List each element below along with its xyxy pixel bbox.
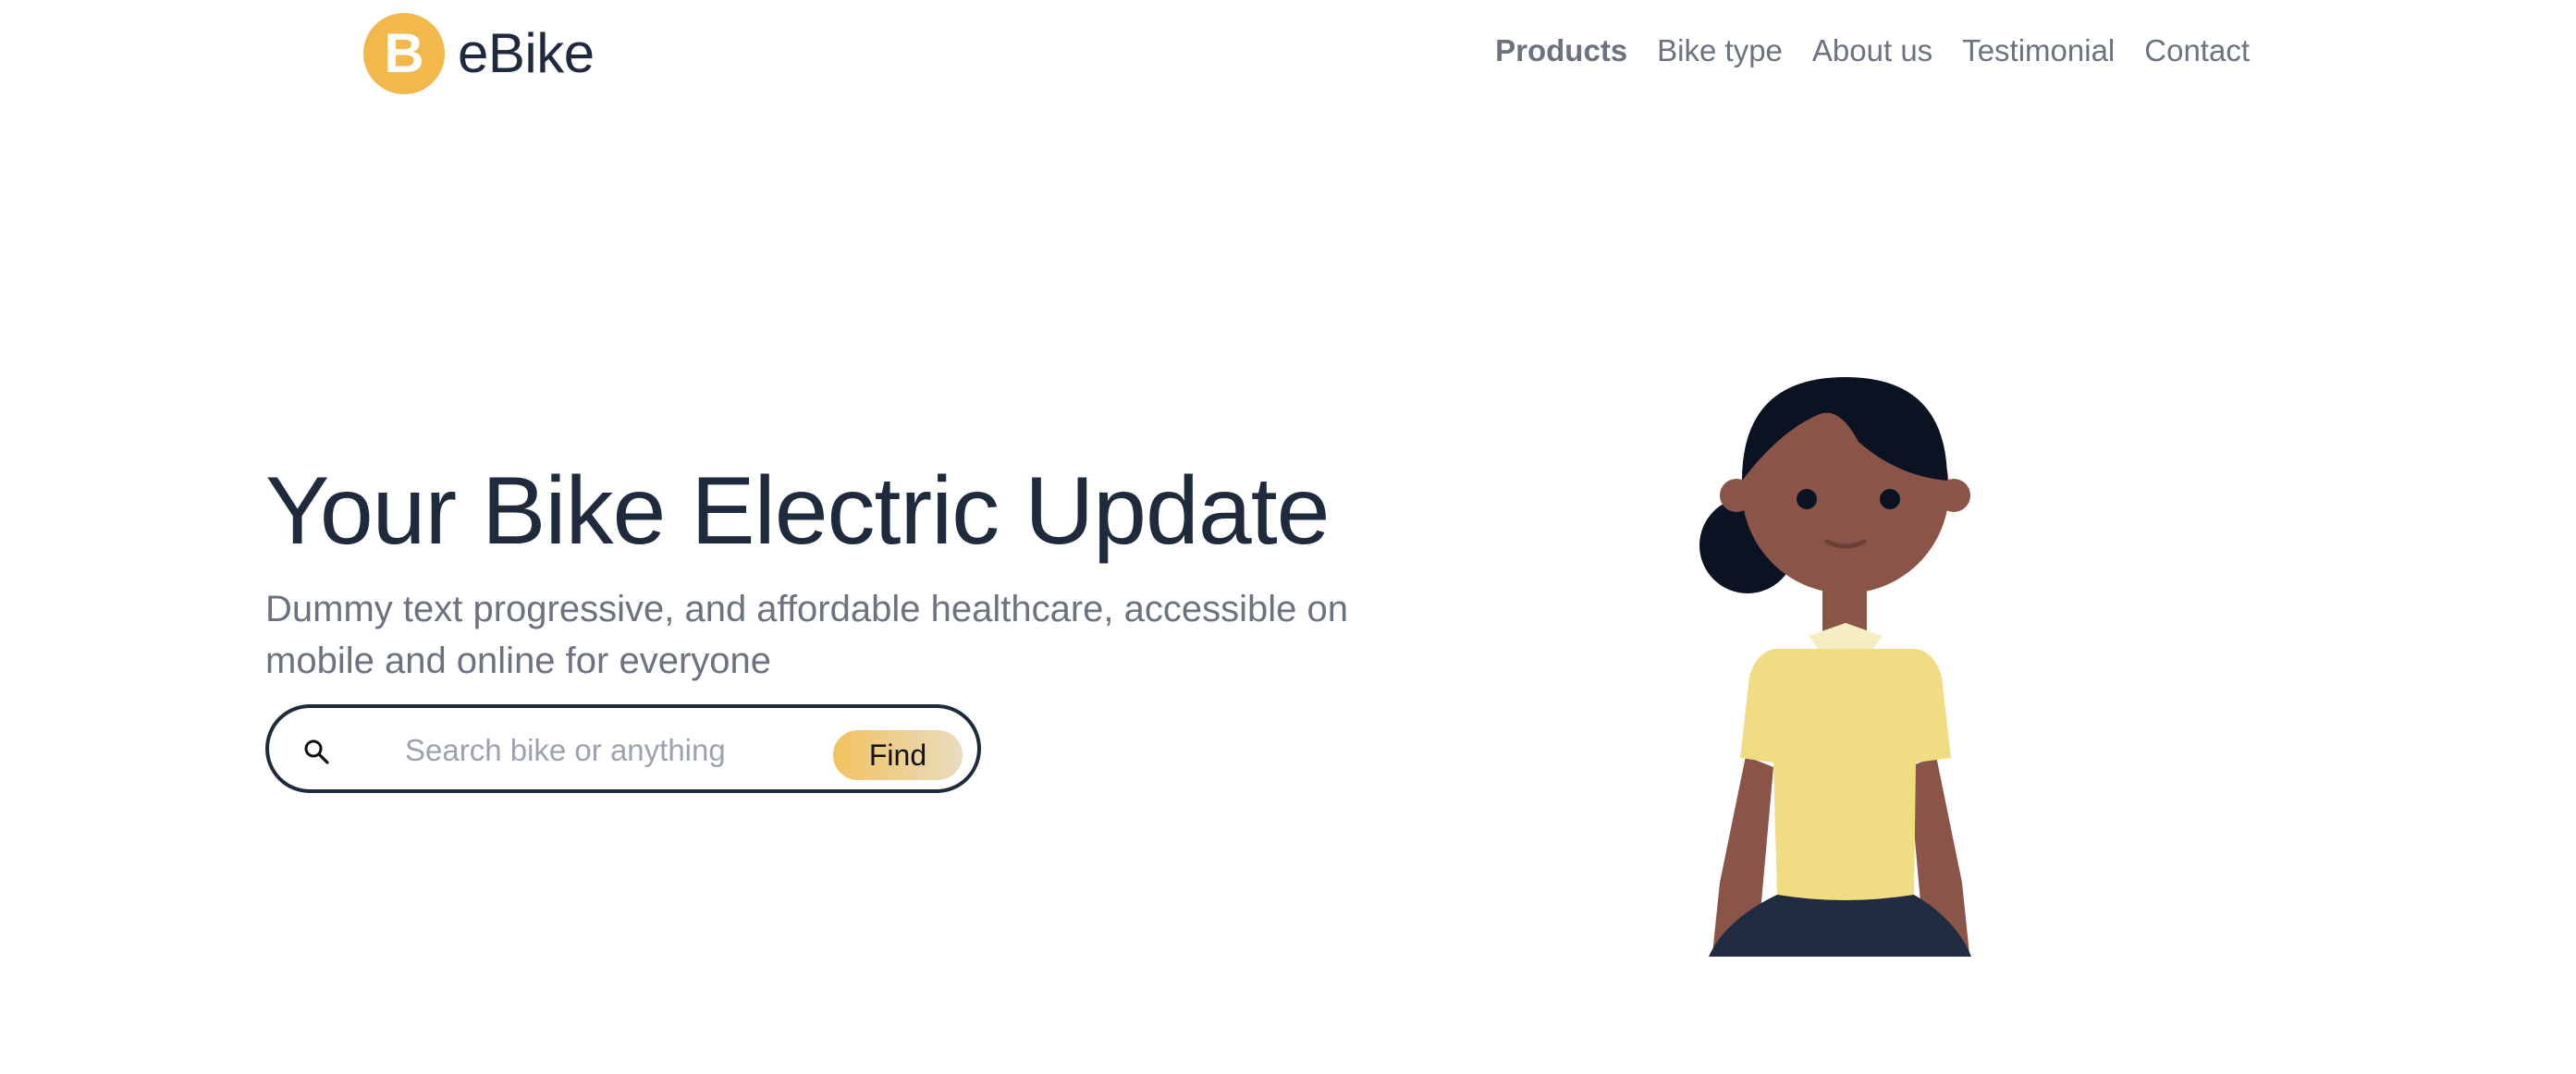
woman-illustration <box>1692 342 1988 957</box>
search-icon <box>302 738 330 765</box>
brand-logo-link[interactable]: B eBike <box>363 13 595 94</box>
brand-name: eBike <box>458 22 595 84</box>
nav-link-about-us[interactable]: About us <box>1812 33 1932 68</box>
hero-title: Your Bike Electric Update <box>265 458 1330 565</box>
nav-link-bike-type[interactable]: Bike type <box>1657 33 1783 68</box>
search-input[interactable] <box>403 725 814 776</box>
site-header: B eBike Products Bike type About us Test… <box>0 0 2576 111</box>
woman-illustration-graphic <box>1699 377 1971 957</box>
nav-link-contact[interactable]: Contact <box>2144 33 2250 68</box>
search-icon-graphic <box>304 739 329 764</box>
main-nav: Products Bike type About us Testimonial … <box>1495 33 2250 68</box>
nav-link-products[interactable]: Products <box>1495 33 1627 68</box>
search-bar: Find <box>265 704 981 793</box>
hero-section: Your Bike Electric Update Dummy text pro… <box>265 458 1375 687</box>
nav-link-testimonial[interactable]: Testimonial <box>1962 33 2115 68</box>
logo-badge: B <box>363 13 445 94</box>
find-button[interactable]: Find <box>833 730 963 780</box>
hero-subtitle: Dummy text progressive, and affordable h… <box>265 589 1348 682</box>
